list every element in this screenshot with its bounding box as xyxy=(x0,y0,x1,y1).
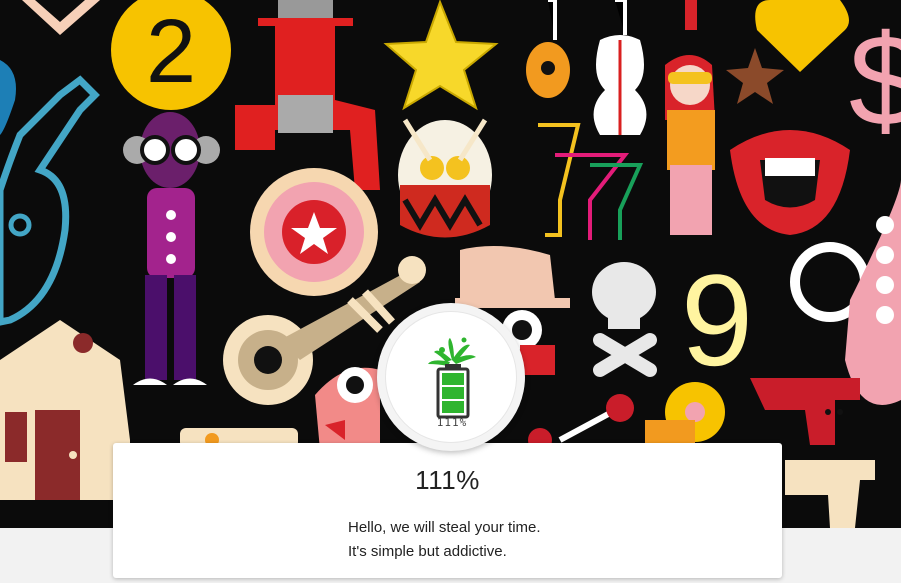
svg-text:$: $ xyxy=(849,7,901,153)
number-nine-icon: 9 xyxy=(681,247,753,393)
dollar-icon: $ xyxy=(849,7,901,153)
small-guitar-icon xyxy=(526,0,570,98)
small-star-icon xyxy=(726,48,784,104)
tagline-line-1: Hello, we will steal your time. xyxy=(348,519,541,536)
battery-label: 111% xyxy=(436,416,468,429)
lips-icon xyxy=(730,130,850,235)
singer-icon xyxy=(665,55,715,235)
tagline-line-2: It's simple but addictive. xyxy=(348,543,507,560)
violin-icon xyxy=(593,0,647,135)
skull-icon xyxy=(592,262,657,377)
gun-two-icon xyxy=(785,460,875,528)
target-icon xyxy=(250,168,378,296)
svg-text:9: 9 xyxy=(681,247,753,393)
record-icon xyxy=(645,382,725,445)
chevron-icon xyxy=(22,0,100,35)
heart-icon xyxy=(755,0,849,72)
tagline: Hello, we will steal your time. It's sim… xyxy=(348,516,541,564)
gun-icon xyxy=(750,378,860,445)
lipstick-icon xyxy=(685,0,697,30)
cocktail-glasses-icon xyxy=(538,123,644,240)
battery-badge-inner: 111% xyxy=(385,311,517,443)
house-icon xyxy=(0,320,130,500)
battery-percent-text: 111% xyxy=(415,465,480,495)
svg-text:2: 2 xyxy=(146,2,196,102)
number-two-icon: 2 xyxy=(111,0,231,110)
battery-badge[interactable]: 111% xyxy=(377,303,525,451)
guitar-icon xyxy=(0,60,100,326)
pink-face-icon xyxy=(315,367,380,450)
intro-card: 111% Hello, we will steal your time. It'… xyxy=(113,443,782,578)
robot-head-icon xyxy=(235,0,380,190)
purple-figure-icon xyxy=(123,112,220,385)
star-icon xyxy=(383,0,499,111)
drum-icon xyxy=(398,118,492,238)
